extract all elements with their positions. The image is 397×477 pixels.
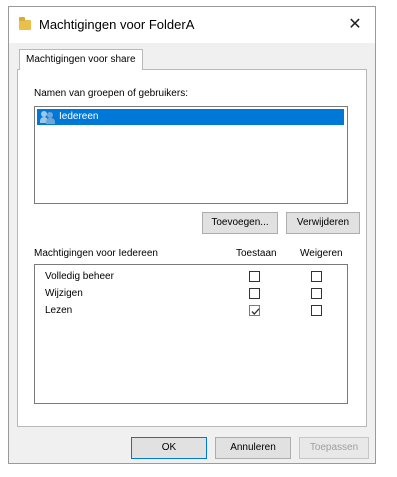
checkmark-icon	[251, 308, 260, 315]
deny-change-checkbox[interactable]	[311, 288, 322, 299]
ok-button[interactable]: OK	[131, 437, 207, 459]
deny-read-checkbox[interactable]	[311, 305, 322, 316]
deny-full-control-checkbox[interactable]	[311, 271, 322, 282]
users-listbox[interactable]: Iedereen	[34, 106, 348, 204]
permissions-dialog: Machtigingen voor FolderA ✕ Machtigingen…	[8, 6, 376, 464]
deny-column-header: Weigeren	[300, 248, 343, 259]
users-group-icon	[40, 111, 55, 124]
user-name: Iedereen	[59, 111, 99, 122]
allow-full-control-checkbox[interactable]	[249, 271, 260, 282]
allow-column-header: Toestaan	[236, 248, 277, 259]
remove-button[interactable]: Verwijderen	[286, 212, 360, 234]
allow-change-checkbox[interactable]	[249, 288, 260, 299]
apply-button[interactable]: Toepassen	[299, 437, 369, 459]
permission-change: Wijzigen	[45, 288, 83, 299]
folder-icon	[19, 17, 31, 30]
permission-read: Lezen	[45, 305, 73, 316]
groups-label: Namen van groepen of gebruikers:	[34, 88, 188, 99]
permission-full-control: Volledig beheer	[45, 271, 114, 282]
permissions-list: Volledig beheer Wijzigen Lezen	[34, 264, 348, 404]
tab-share-permissions[interactable]: Machtigingen voor share	[19, 49, 143, 70]
add-button[interactable]: Toevoegen...	[202, 212, 278, 234]
dialog-title: Machtigingen voor FolderA	[39, 17, 195, 32]
list-item[interactable]: Iedereen	[37, 109, 344, 125]
allow-read-checkbox[interactable]	[249, 305, 260, 316]
close-button[interactable]: ✕	[343, 13, 367, 37]
title-bar: Machtigingen voor FolderA ✕	[9, 7, 375, 43]
share-permissions-panel: Namen van groepen of gebruikers: Iederee…	[17, 69, 367, 427]
cancel-button[interactable]: Annuleren	[215, 437, 291, 459]
permissions-label: Machtigingen voor Iedereen	[34, 248, 158, 259]
